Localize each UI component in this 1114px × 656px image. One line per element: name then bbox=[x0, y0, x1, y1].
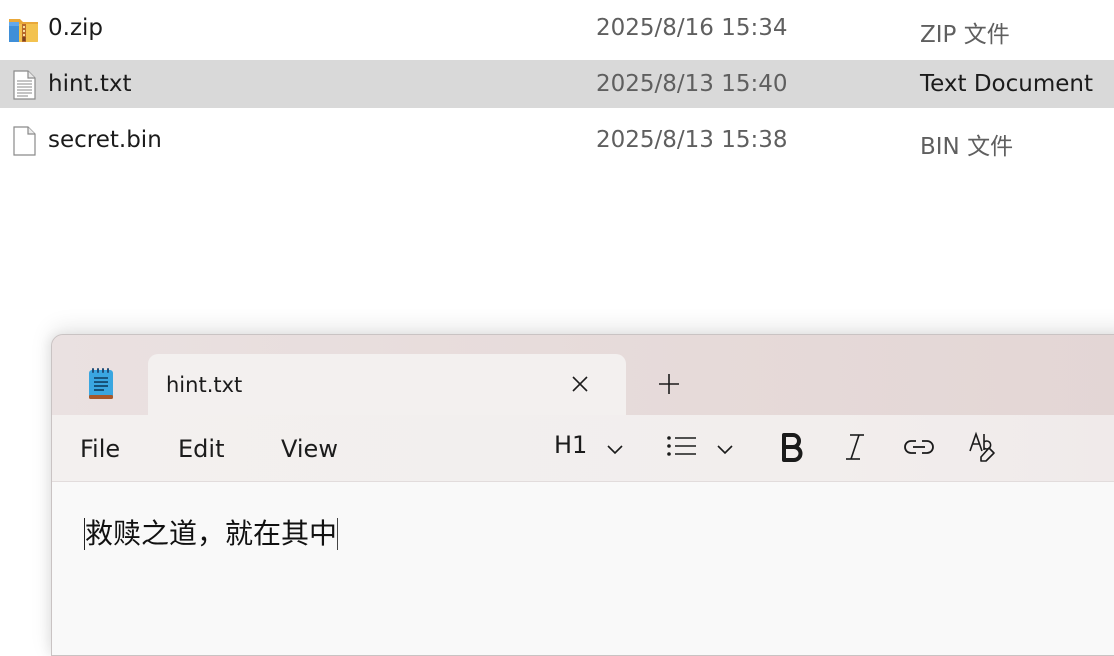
spellcheck-icon[interactable] bbox=[966, 429, 1000, 465]
menu-file[interactable]: File bbox=[80, 435, 120, 463]
file-row-hint[interactable]: hint.txt 2025/8/13 15:40 Text Document bbox=[0, 60, 1114, 108]
file-modified-date: 2025/8/16 15:34 bbox=[596, 15, 788, 41]
notepad-icon bbox=[88, 367, 114, 401]
file-type: Text Document bbox=[920, 71, 1093, 97]
file-list: 0.zip 2025/8/16 15:34 ZIP 文件 hint.txt 20… bbox=[0, 4, 1114, 172]
zip-folder-icon bbox=[8, 13, 40, 45]
editor-area[interactable]: 救赎之道，就在其中 bbox=[52, 482, 1114, 655]
link-icon[interactable] bbox=[902, 429, 936, 465]
file-type: BIN 文件 bbox=[920, 134, 1014, 160]
list-dropdown[interactable] bbox=[666, 431, 740, 465]
file-type: ZIP 文件 bbox=[920, 22, 1010, 48]
menu-view[interactable]: View bbox=[281, 435, 338, 463]
heading-dropdown[interactable]: H1 bbox=[554, 431, 634, 465]
close-icon[interactable] bbox=[566, 370, 594, 398]
file-name[interactable]: secret.bin bbox=[48, 127, 162, 153]
tab-hint-txt[interactable]: hint.txt bbox=[148, 354, 626, 416]
file-row-secret[interactable]: secret.bin 2025/8/13 15:38 BIN 文件 bbox=[0, 116, 1114, 164]
tab-title: hint.txt bbox=[166, 373, 243, 397]
chevron-down-icon bbox=[606, 441, 624, 455]
heading-level: H1 bbox=[554, 431, 588, 459]
file-modified-date: 2025/8/13 15:40 bbox=[596, 71, 788, 97]
plus-icon[interactable] bbox=[656, 371, 682, 397]
blank-file-icon bbox=[8, 125, 40, 157]
text-file-icon bbox=[8, 69, 40, 101]
italic-icon[interactable] bbox=[838, 429, 872, 465]
title-bar[interactable]: hint.txt bbox=[52, 335, 1114, 416]
menu-bar: File Edit View H1 bbox=[52, 415, 1114, 482]
file-row-zip[interactable]: 0.zip 2025/8/16 15:34 ZIP 文件 bbox=[0, 4, 1114, 52]
menu-edit[interactable]: Edit bbox=[178, 435, 224, 463]
bold-icon[interactable] bbox=[774, 429, 808, 465]
chevron-down-icon bbox=[716, 441, 734, 455]
file-name[interactable]: 0.zip bbox=[48, 15, 103, 41]
bulleted-list-icon bbox=[666, 434, 698, 458]
file-name[interactable]: hint.txt bbox=[48, 71, 132, 97]
notepad-window: hint.txt File Edit View H1 救赎之道，就在其中 bbox=[51, 334, 1114, 656]
document-text[interactable]: 救赎之道，就在其中 bbox=[84, 518, 339, 550]
file-modified-date: 2025/8/13 15:38 bbox=[596, 127, 788, 153]
